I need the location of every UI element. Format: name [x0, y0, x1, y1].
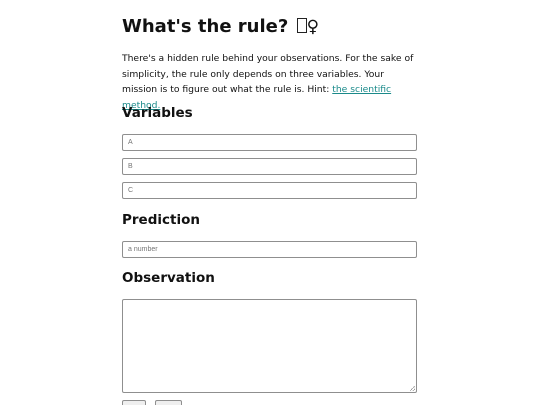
resize-handle-icon[interactable]: [410, 386, 415, 391]
observation-heading: Observation: [122, 270, 215, 286]
prediction-input[interactable]: a number: [122, 241, 417, 258]
submit-button[interactable]: [122, 400, 146, 405]
reset-button[interactable]: [155, 400, 182, 405]
female-sign-icon: ♀: [306, 17, 320, 37]
variable-a-placeholder: A: [128, 139, 133, 146]
page-title-text: What's the rule?: [122, 16, 289, 37]
variables-heading: Variables: [122, 105, 193, 121]
person-emoji-icon: [296, 18, 307, 33]
intro-paragraph: There's a hidden rule behind your observ…: [122, 51, 418, 113]
page-title: What's the rule? ♀: [122, 16, 319, 38]
observation-textarea[interactable]: [122, 299, 417, 393]
variable-a-input[interactable]: A: [122, 134, 417, 151]
variable-b-input[interactable]: B: [122, 158, 417, 175]
prediction-placeholder: a number: [128, 246, 158, 253]
variable-b-placeholder: B: [128, 163, 133, 170]
variable-c-placeholder: C: [128, 187, 134, 194]
variable-c-input[interactable]: C: [122, 182, 417, 199]
prediction-heading: Prediction: [122, 212, 200, 228]
